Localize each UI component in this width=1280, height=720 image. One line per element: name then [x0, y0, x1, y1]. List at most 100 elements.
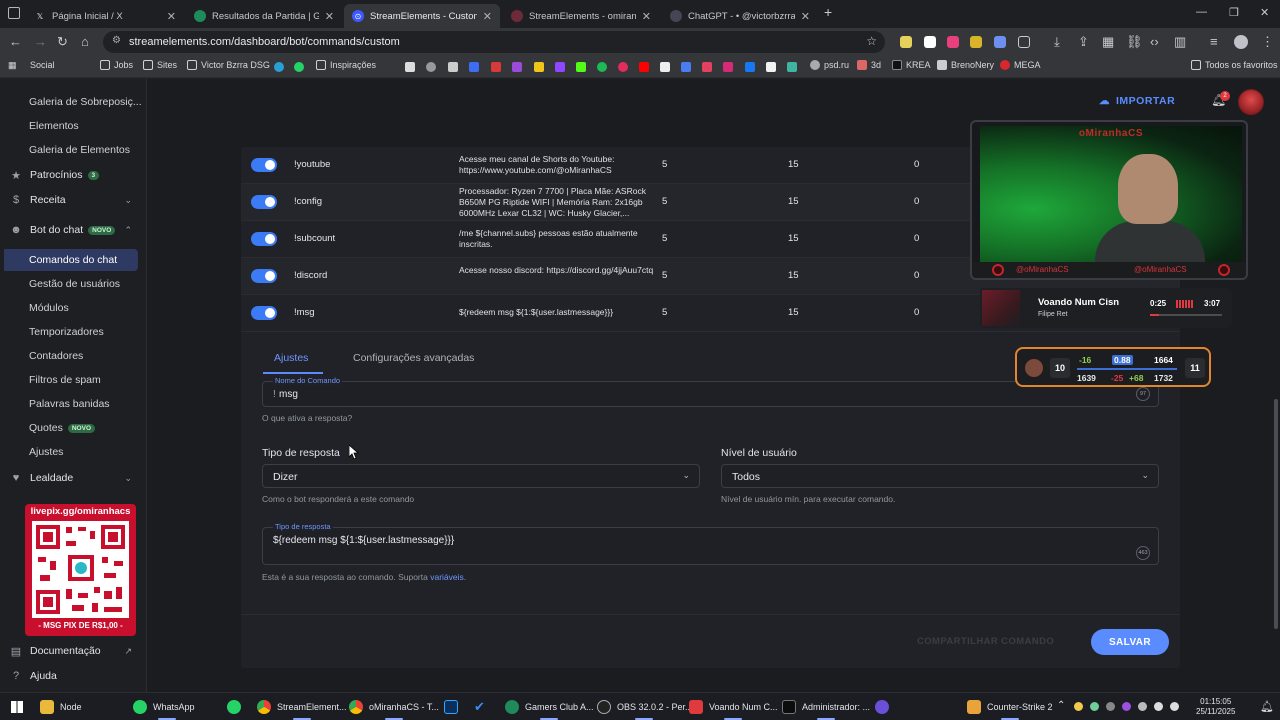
extension-icon[interactable]: [994, 36, 1006, 48]
bookmark-site-icon[interactable]: [618, 62, 628, 72]
wifi-icon[interactable]: [1154, 702, 1163, 711]
tray-icon[interactable]: [1090, 702, 1099, 711]
bookmark-site-icon[interactable]: [469, 62, 479, 72]
scrollbar-thumb[interactable]: [1274, 399, 1278, 629]
close-tab-icon[interactable]: ✕: [801, 10, 810, 23]
bookmark-site-icon[interactable]: [426, 62, 436, 72]
bookmark-folder-sites[interactable]: Sites: [143, 60, 177, 70]
bookmark-star-icon[interactable]: ☆: [866, 34, 877, 48]
telegram-icon[interactable]: [274, 62, 284, 72]
close-tab-icon[interactable]: ✕: [325, 10, 334, 23]
browser-tab-streamelements-profile[interactable]: StreamElements - omiranhacs ✕: [503, 4, 659, 28]
menu-kebab-icon[interactable]: ⋮: [1261, 34, 1274, 50]
bookmark-psd[interactable]: psd.ru: [810, 60, 849, 70]
new-tab-button[interactable]: +: [824, 4, 832, 20]
profile-avatar-icon[interactable]: [1234, 35, 1248, 49]
response-input[interactable]: ${redeem msg ${1:${user.lastmessage}}}: [273, 535, 454, 546]
spotify-icon[interactable]: [597, 62, 607, 72]
bookmark-site-icon[interactable]: [448, 62, 458, 72]
sidepanel-icon[interactable]: ▥: [1174, 34, 1186, 50]
mail-icon[interactable]: [681, 62, 691, 72]
command-enabled-toggle[interactable]: [251, 306, 277, 320]
sidebar-item-user-management[interactable]: Gestão de usuários: [0, 273, 146, 295]
taskbar-app-chrome-omiranhacs[interactable]: oMiranhaCS - T...: [349, 699, 439, 720]
code-icon[interactable]: ‹›: [1150, 34, 1159, 49]
tab-settings[interactable]: Ajustes: [274, 352, 308, 364]
chevron-up-icon[interactable]: ⌃: [1057, 700, 1065, 711]
command-enabled-toggle[interactable]: [251, 195, 277, 209]
taskbar-app-gamersclub[interactable]: Gamers Club A...: [505, 699, 594, 720]
home-icon[interactable]: ⌂: [81, 34, 89, 49]
sidebar-item-overlay-gallery[interactable]: Galeria de Sobreposiç...: [0, 91, 146, 113]
taskbar-app-terminal[interactable]: Administrador: ...: [782, 699, 870, 720]
bookmark-site-icon[interactable]: [491, 62, 501, 72]
bookmark-folder-jobs[interactable]: Jobs: [100, 60, 133, 70]
browser-tab-gamersclub[interactable]: Resultados da Partida | Gamers ✕: [186, 4, 342, 28]
bookmark-site-icon[interactable]: [512, 62, 522, 72]
whatsapp-icon[interactable]: [294, 62, 304, 72]
taskbar-app-music[interactable]: Voando Num C...: [689, 699, 778, 720]
bookmark-site-icon[interactable]: [702, 62, 712, 72]
all-bookmarks-folder[interactable]: Todos os favoritos: [1191, 60, 1278, 70]
sidebar-item-counters[interactable]: Contadores: [0, 345, 146, 367]
sidebar-item-settings[interactable]: Ajustes: [0, 441, 146, 463]
photoshop-icon[interactable]: [444, 700, 458, 714]
windows-start-icon[interactable]: [11, 701, 23, 713]
response-type-select[interactable]: Dizer ⌄: [262, 464, 700, 488]
sidebar-item-chat-commands[interactable]: Comandos do chat: [4, 249, 138, 271]
command-name-input[interactable]: msg: [279, 389, 298, 400]
reading-list-icon[interactable]: ≡: [1210, 34, 1218, 49]
speaker-icon[interactable]: [1170, 702, 1179, 711]
bookmark-site-icon[interactable]: [405, 62, 415, 72]
sidebar-item-sponsorships[interactable]: ★ Patrocínios 3: [0, 164, 146, 186]
app-icon[interactable]: [875, 700, 889, 714]
tray-icon[interactable]: [1106, 702, 1115, 711]
response-textarea[interactable]: Tipo de resposta ${redeem msg ${1:${user…: [262, 522, 1159, 565]
notifications-bell-icon[interactable]: 🔔︎: [1260, 700, 1274, 713]
taskbar-app-whatsapp[interactable]: WhatsApp: [133, 699, 195, 720]
download-icon[interactable]: ⤓: [1054, 34, 1060, 50]
import-button[interactable]: ☁ IMPORTAR: [1099, 95, 1175, 107]
sidebar-item-modules[interactable]: Módulos: [0, 297, 146, 319]
taskbar-app-obs[interactable]: OBS 32.0.2 - Per...: [597, 699, 693, 720]
command-enabled-toggle[interactable]: [251, 158, 277, 172]
user-level-select[interactable]: Todos ⌄: [721, 464, 1159, 488]
variables-link[interactable]: variáveis: [430, 572, 464, 582]
x-logo-icon[interactable]: [660, 62, 670, 72]
tab-advanced-settings[interactable]: Configurações avançadas: [353, 352, 474, 364]
sidebar-item-elements-gallery[interactable]: Galeria de Elementos: [0, 139, 146, 161]
tab-search-icon[interactable]: [8, 7, 20, 19]
bookmark-mega[interactable]: MEGA: [1000, 60, 1041, 70]
bookmark-brenonery[interactable]: BrenoNery: [937, 60, 994, 70]
sidebar-item-revenue[interactable]: $ Receita ⌄: [0, 189, 146, 211]
tray-icon[interactable]: [1122, 702, 1131, 711]
extension-icon[interactable]: [900, 36, 912, 48]
taskbar-app-counter-strike[interactable]: Counter-Strike 2: [967, 699, 1053, 720]
site-info-icon[interactable]: ⚙: [112, 35, 121, 46]
extension-icon[interactable]: [947, 36, 959, 48]
bookmark-site-icon[interactable]: [534, 62, 544, 72]
forward-arrow-icon[interactable]: →: [34, 34, 47, 49]
close-tab-icon[interactable]: ✕: [167, 10, 176, 23]
bookmark-folder-inspiracoes[interactable]: Inspirações: [316, 60, 376, 70]
youtube-icon[interactable]: [639, 62, 649, 72]
reload-icon[interactable]: ↻: [57, 34, 68, 50]
taskbar-app-node[interactable]: Node: [40, 699, 82, 715]
bookmark-site-icon[interactable]: [766, 62, 776, 72]
sidebar-item-loyalty[interactable]: ♥ Lealdade ⌄: [0, 467, 146, 489]
twitch-icon[interactable]: [555, 62, 565, 72]
minimize-window-button[interactable]: —: [1196, 6, 1207, 18]
command-enabled-toggle[interactable]: [251, 232, 277, 246]
address-bar[interactable]: ⚙ streamelements.com/dashboard/bot/comma…: [103, 31, 885, 53]
bookmark-site-icon[interactable]: [787, 62, 797, 72]
system-clock[interactable]: 01:15:05 25/11/2025: [1196, 697, 1235, 717]
sidebar-item-banned-words[interactable]: Palavras banidas: [0, 393, 146, 415]
bookmark-3d[interactable]: 3d: [857, 60, 881, 70]
share-icon[interactable]: ⇪: [1078, 34, 1089, 50]
link-icon[interactable]: ⛓: [1126, 34, 1143, 50]
close-tab-icon[interactable]: ✕: [483, 10, 492, 23]
browser-tab-chatgpt[interactable]: ChatGPT - • @victorbzrra ✕: [662, 4, 818, 28]
save-button[interactable]: SALVAR: [1091, 629, 1169, 655]
bookmark-folder-social[interactable]: Social: [30, 60, 55, 70]
browser-tab-streamelements-commands[interactable]: ⊙ StreamElements - Custom comm ✕: [344, 4, 500, 28]
